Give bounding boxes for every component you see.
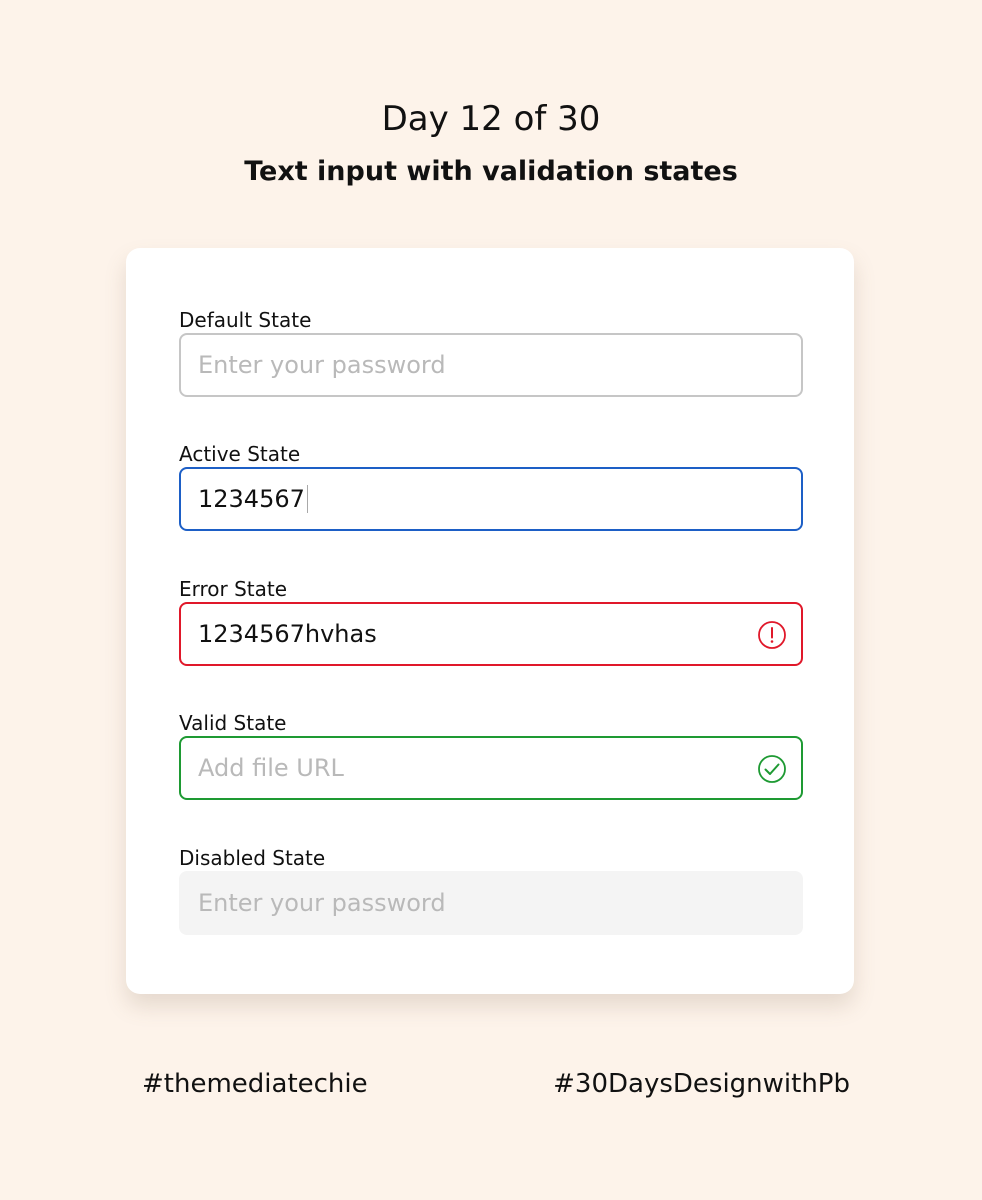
active-state-value: 1234567 (198, 485, 305, 513)
disabled-state-placeholder: Enter your password (198, 889, 446, 917)
check-circle-icon (757, 754, 787, 784)
active-state-label: Active State (179, 442, 301, 466)
input-states-card: Default State Enter your password Active… (126, 248, 854, 994)
error-state-label: Error State (179, 577, 288, 601)
text-caret (306, 485, 308, 513)
active-state-input[interactable]: 1234567 (179, 467, 803, 531)
footer-hashtag-right: #30DaysDesignwithPb (553, 1069, 850, 1099)
error-state-input[interactable]: 1234567hvhas (179, 602, 803, 666)
default-state-placeholder: Enter your password (198, 351, 446, 379)
page-subtitle: Text input with validation states (244, 156, 738, 187)
disabled-state-input: Enter your password (179, 871, 803, 935)
active-state-value-wrap: 1234567 (198, 469, 308, 529)
footer-hashtag-left: #themediatechie (142, 1069, 368, 1099)
default-state-input[interactable]: Enter your password (179, 333, 803, 397)
default-state-label: Default State (179, 308, 312, 332)
valid-state-input[interactable]: Add file URL (179, 736, 803, 800)
error-alert-icon (757, 620, 787, 650)
valid-state-placeholder: Add file URL (198, 754, 344, 782)
valid-state-label: Valid State (179, 711, 287, 735)
page-title: Day 12 of 30 (381, 99, 601, 139)
error-state-value: 1234567hvhas (198, 620, 377, 648)
disabled-state-label: Disabled State (179, 846, 326, 870)
